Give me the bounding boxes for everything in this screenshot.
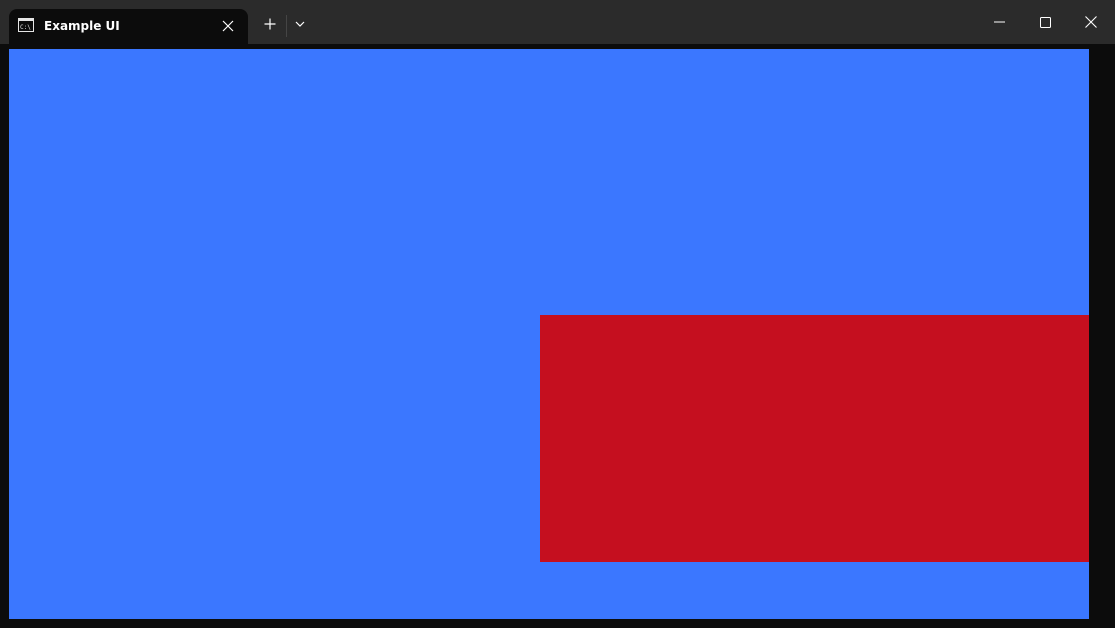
red-rectangle [540, 315, 1089, 562]
tab-example-ui[interactable]: C:\ Example UI [9, 9, 248, 44]
svg-text:C:\: C:\ [20, 24, 31, 31]
tab-dropdown-button[interactable] [290, 13, 310, 35]
terminal-icon: C:\ [18, 18, 34, 32]
maximize-icon [1039, 16, 1051, 28]
terminal-canvas[interactable] [9, 49, 1089, 619]
close-icon[interactable] [219, 17, 237, 35]
minimize-button[interactable] [976, 0, 1022, 44]
maximize-button[interactable] [1022, 0, 1068, 44]
plus-icon [264, 18, 276, 30]
tab-title: Example UI [44, 19, 120, 33]
terminal-window: C:\ Example UI [0, 0, 1115, 628]
scrollbar-track[interactable] [1089, 44, 1115, 628]
minimize-icon [993, 21, 1005, 23]
title-bar[interactable]: C:\ Example UI [0, 0, 1115, 44]
close-button[interactable] [1068, 0, 1114, 44]
chevron-down-icon [295, 21, 305, 27]
close-icon [1085, 16, 1097, 28]
divider [286, 15, 287, 37]
new-tab-button[interactable] [258, 12, 282, 36]
